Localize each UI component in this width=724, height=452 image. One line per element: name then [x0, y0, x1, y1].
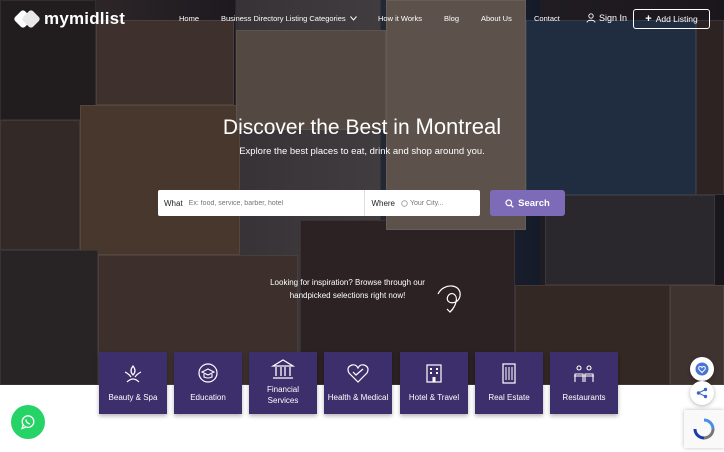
category-beauty-spa[interactable]: Beauty & Spa [99, 352, 167, 414]
category-label: Hotel & Travel [408, 393, 460, 402]
share-button[interactable] [690, 381, 714, 405]
share-icon [696, 387, 708, 399]
nav-blog[interactable]: Blog [444, 14, 459, 23]
heart-icon [347, 364, 369, 383]
building-icon [502, 363, 516, 384]
top-nav: mymidlist Home Business Directory Listin… [0, 0, 724, 38]
search-button[interactable]: Search [490, 190, 565, 216]
swirl-arrow-icon [437, 285, 461, 313]
category-label: Restaurants [562, 393, 606, 402]
logo-icon [13, 8, 41, 30]
restaurant-icon [574, 365, 594, 382]
user-icon [586, 13, 596, 23]
category-hotel-travel[interactable]: Hotel & Travel [400, 352, 468, 414]
category-education[interactable]: Education [174, 352, 242, 414]
heart-shield-icon [695, 362, 709, 376]
recaptcha-icon [693, 418, 715, 440]
search-button-label: Search [518, 197, 550, 209]
inspiration-line-2: handpicked selections right now! [289, 291, 406, 300]
favorite-button[interactable] [690, 357, 714, 381]
category-label: Beauty & Spa [108, 393, 158, 402]
hotel-icon [426, 364, 442, 383]
category-real-estate[interactable]: Real Estate [475, 352, 543, 414]
category-financial-services[interactable]: Financial Services [249, 352, 317, 414]
inspiration-text: Looking for inspiration? Browse through … [255, 276, 440, 302]
search-icon [505, 198, 514, 208]
nav-home[interactable]: Home [179, 14, 199, 23]
hero-city: Montreal [415, 114, 502, 139]
bank-icon [271, 359, 295, 379]
hero-subtitle: Explore the best places to eat, drink an… [239, 146, 485, 157]
what-label: What [164, 198, 183, 208]
spa-icon [124, 365, 142, 383]
what-input[interactable] [188, 199, 365, 207]
nav-contact[interactable]: Contact [534, 14, 560, 23]
add-listing-button[interactable]: + Add Listing [633, 9, 710, 29]
category-label: Financial Services [266, 385, 299, 405]
where-input[interactable] [410, 199, 480, 207]
plus-icon: + [645, 13, 652, 25]
category-label: Education [190, 393, 226, 402]
whatsapp-icon [20, 415, 35, 430]
sign-in-link[interactable]: Sign In [586, 13, 627, 23]
brand-name: mymidlist [44, 9, 126, 28]
nav-about[interactable]: About Us [481, 14, 512, 23]
where-label: Where [371, 198, 395, 208]
whatsapp-button[interactable] [11, 405, 45, 439]
nav-categories-label: Business Directory Listing Categories [221, 14, 346, 23]
add-listing-label: Add Listing [655, 14, 698, 24]
category-health-medical[interactable]: Health & Medical [324, 352, 392, 414]
education-icon [198, 363, 218, 383]
nav-how-it-works[interactable]: How it Works [378, 14, 422, 23]
category-label: Health & Medical [327, 393, 389, 402]
logo[interactable]: mymidlist [13, 8, 126, 30]
hero-title: Discover the Best in Montreal [0, 114, 724, 140]
category-restaurants[interactable]: Restaurants [550, 352, 618, 414]
inspiration-line-1: Looking for inspiration? Browse through … [270, 278, 425, 287]
recaptcha-badge[interactable] [684, 410, 724, 448]
nav-categories[interactable]: Business Directory Listing Categories [221, 14, 357, 23]
hero-title-prefix: Discover the Best in [222, 116, 410, 139]
location-icon [401, 199, 408, 207]
sign-in-label: Sign In [599, 13, 628, 23]
chevron-down-icon [349, 16, 357, 21]
search-bar: What Where [158, 190, 480, 216]
category-label: Real Estate [488, 393, 530, 402]
